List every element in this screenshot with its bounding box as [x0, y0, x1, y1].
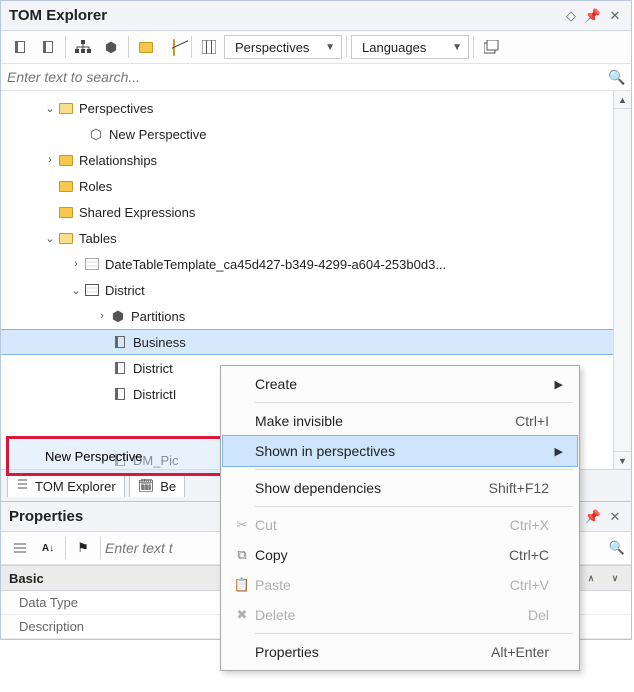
cut-icon: ✂ — [229, 517, 255, 533]
columns-icon[interactable] — [196, 35, 222, 59]
strike-folder-icon[interactable] — [161, 35, 187, 59]
cm-shown-in-perspectives[interactable]: Shown in perspectives▶ — [223, 436, 577, 466]
tree-node-relationships[interactable]: ›Relationships — [1, 147, 613, 173]
props-alpha-icon[interactable]: A↓ — [35, 536, 61, 560]
search-input[interactable] — [7, 69, 603, 85]
cube-btn-icon[interactable]: ⬢ — [98, 35, 124, 59]
context-menu: Create▶ Make invisibleCtrl+I Shown in pe… — [220, 365, 580, 671]
tom-toolbar: ⬢ Perspectives▼ Languages▼ — [1, 31, 631, 64]
search-icon[interactable]: 🔍 — [609, 69, 625, 85]
folder-btn-icon[interactable] — [133, 35, 159, 59]
languages-dropdown[interactable]: Languages▼ — [351, 35, 469, 59]
cm-cut[interactable]: ✂CutCtrl+X — [223, 510, 577, 540]
props-pin-icon[interactable]: 📌 — [585, 509, 601, 525]
scroll-down-icon[interactable]: ▼ — [614, 451, 631, 469]
tree-node-partitions[interactable]: ›⬢Partitions — [1, 303, 613, 329]
tree-node-col-business[interactable]: Business — [1, 329, 613, 355]
props-search-icon[interactable]: 🔍 — [609, 540, 625, 556]
tab-tom-explorer[interactable]: TOM Explorer — [7, 474, 125, 497]
perspectives-dropdown[interactable]: Perspectives▼ — [224, 35, 342, 59]
window-copy-icon[interactable] — [478, 35, 504, 59]
tree-node-shared-expressions[interactable]: Shared Expressions — [1, 199, 613, 225]
scroll-up-icon[interactable]: ▲ — [614, 91, 631, 109]
hierarchy-icon[interactable] — [70, 35, 96, 59]
tom-explorer-header: TOM Explorer ◇ 📌 ✕ — [1, 1, 631, 31]
tree-tab-icon — [16, 478, 29, 494]
tree-scrollbar[interactable]: ▲ ▼ — [613, 91, 631, 469]
props-close-icon[interactable]: ✕ — [607, 509, 623, 525]
props-cat-up-icon[interactable]: ∧ — [583, 570, 599, 586]
props-categorized-icon[interactable] — [7, 536, 33, 560]
tree-node-date-template[interactable]: ›DateTableTemplate_ca45d427-b349-4299-a6… — [1, 251, 613, 277]
cm-show-deps[interactable]: Show dependenciesShift+F12 — [223, 473, 577, 503]
panel-title: TOM Explorer — [9, 7, 557, 24]
tom-search-row: 🔍 — [1, 64, 631, 91]
tree-node-district-table[interactable]: ⌄District — [1, 277, 613, 303]
cm-make-invisible[interactable]: Make invisibleCtrl+I — [223, 406, 577, 436]
auto-hide-icon[interactable]: ◇ — [563, 8, 579, 24]
paste-icon: 📋 — [229, 577, 255, 593]
toolbar-btn-2[interactable] — [35, 35, 61, 59]
cm-copy[interactable]: ⧉CopyCtrl+C — [223, 540, 577, 570]
props-cat-down-icon[interactable]: ∨ — [607, 570, 623, 586]
tree-node-tables[interactable]: ⌄Tables — [1, 225, 613, 251]
cm-create[interactable]: Create▶ — [223, 369, 577, 399]
tree-node-perspectives[interactable]: ⌄Perspectives — [1, 95, 613, 121]
tree-node-roles[interactable]: Roles — [1, 173, 613, 199]
toolbar-btn-1[interactable] — [7, 35, 33, 59]
tab-be[interactable]: 🗓 Be — [129, 474, 185, 497]
props-flag-icon[interactable]: ⚑ — [70, 536, 96, 560]
tree-node-new-perspective[interactable]: ⬡New Perspective — [1, 121, 613, 147]
cm-delete[interactable]: ✖DeleteDel — [223, 600, 577, 630]
cm-paste[interactable]: 📋PasteCtrl+V — [223, 570, 577, 600]
cm-properties[interactable]: PropertiesAlt+Enter — [223, 637, 577, 667]
pin-icon[interactable]: 📌 — [585, 8, 601, 24]
tab-be-icon: 🗓 — [138, 478, 155, 494]
delete-icon: ✖ — [229, 607, 255, 623]
close-icon[interactable]: ✕ — [607, 8, 623, 24]
copy-icon: ⧉ — [229, 547, 255, 563]
